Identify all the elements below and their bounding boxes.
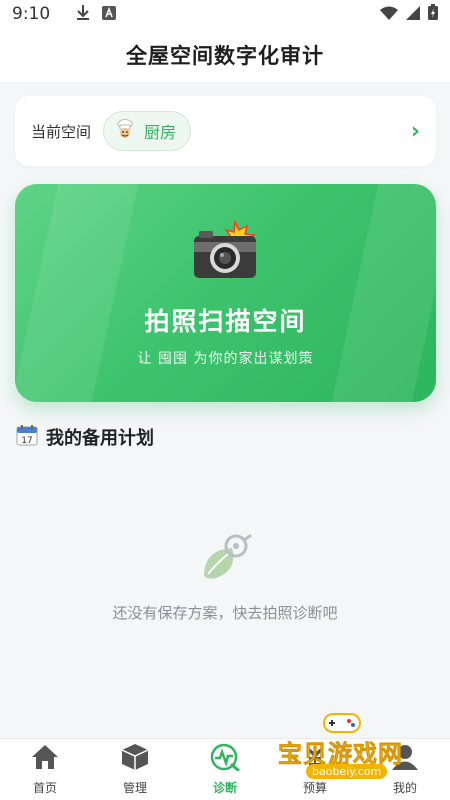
camera-flash-icon bbox=[191, 219, 261, 282]
wifi-icon bbox=[380, 5, 398, 24]
page-title: 全屋空间数字化审计 bbox=[126, 44, 324, 68]
status-time: 9:10 bbox=[12, 4, 51, 24]
tab-manage[interactable]: 管理 bbox=[90, 739, 180, 800]
diagnose-icon bbox=[210, 743, 240, 775]
signal-icon bbox=[406, 5, 420, 24]
svg-text:17: 17 bbox=[21, 436, 32, 446]
box-icon bbox=[120, 743, 150, 775]
space-chip-kitchen[interactable]: 厨房 bbox=[103, 111, 192, 151]
current-space-card[interactable]: 当前空间 厨房 › bbox=[15, 96, 436, 166]
empty-state-text: 还没有保存方案，快去拍照诊断吧 bbox=[112, 604, 338, 622]
scan-subtitle: 让 囤囤 为你的家出谋划策 bbox=[137, 351, 314, 367]
watermark-url: baobeiy.com bbox=[306, 764, 388, 779]
tab-diagnose[interactable]: 诊断 bbox=[180, 739, 270, 800]
status-bar: 9:10 bbox=[0, 0, 450, 28]
card-decoration bbox=[15, 184, 139, 402]
watermark: 宝贝游戏网 baobeiy.com bbox=[278, 708, 438, 788]
scan-space-card[interactable]: 拍照扫描空间 让 囤囤 为你的家出谋划策 bbox=[15, 184, 436, 402]
scan-title: 拍照扫描空间 bbox=[144, 307, 307, 336]
download-icon bbox=[76, 4, 90, 24]
chef-icon bbox=[114, 118, 136, 145]
battery-icon bbox=[428, 4, 438, 24]
backup-plans-header: 17 我的备用计划 bbox=[16, 424, 154, 450]
tab-label: 诊断 bbox=[212, 781, 237, 795]
a-icon bbox=[102, 5, 117, 24]
current-space-label: 当前空间 bbox=[31, 122, 92, 141]
calendar-icon: 17 bbox=[16, 424, 38, 450]
leaf-icon bbox=[198, 532, 256, 584]
space-name: 厨房 bbox=[144, 123, 177, 142]
app-header: 全屋空间数字化审计 bbox=[0, 28, 450, 82]
home-icon bbox=[30, 743, 60, 775]
tab-home[interactable]: 首页 bbox=[0, 739, 90, 800]
chevron-right-icon[interactable]: › bbox=[411, 119, 420, 144]
section-title: 我的备用计划 bbox=[46, 428, 154, 449]
tab-label: 管理 bbox=[122, 781, 147, 795]
tab-label: 首页 bbox=[32, 781, 57, 795]
card-decoration bbox=[331, 184, 436, 402]
